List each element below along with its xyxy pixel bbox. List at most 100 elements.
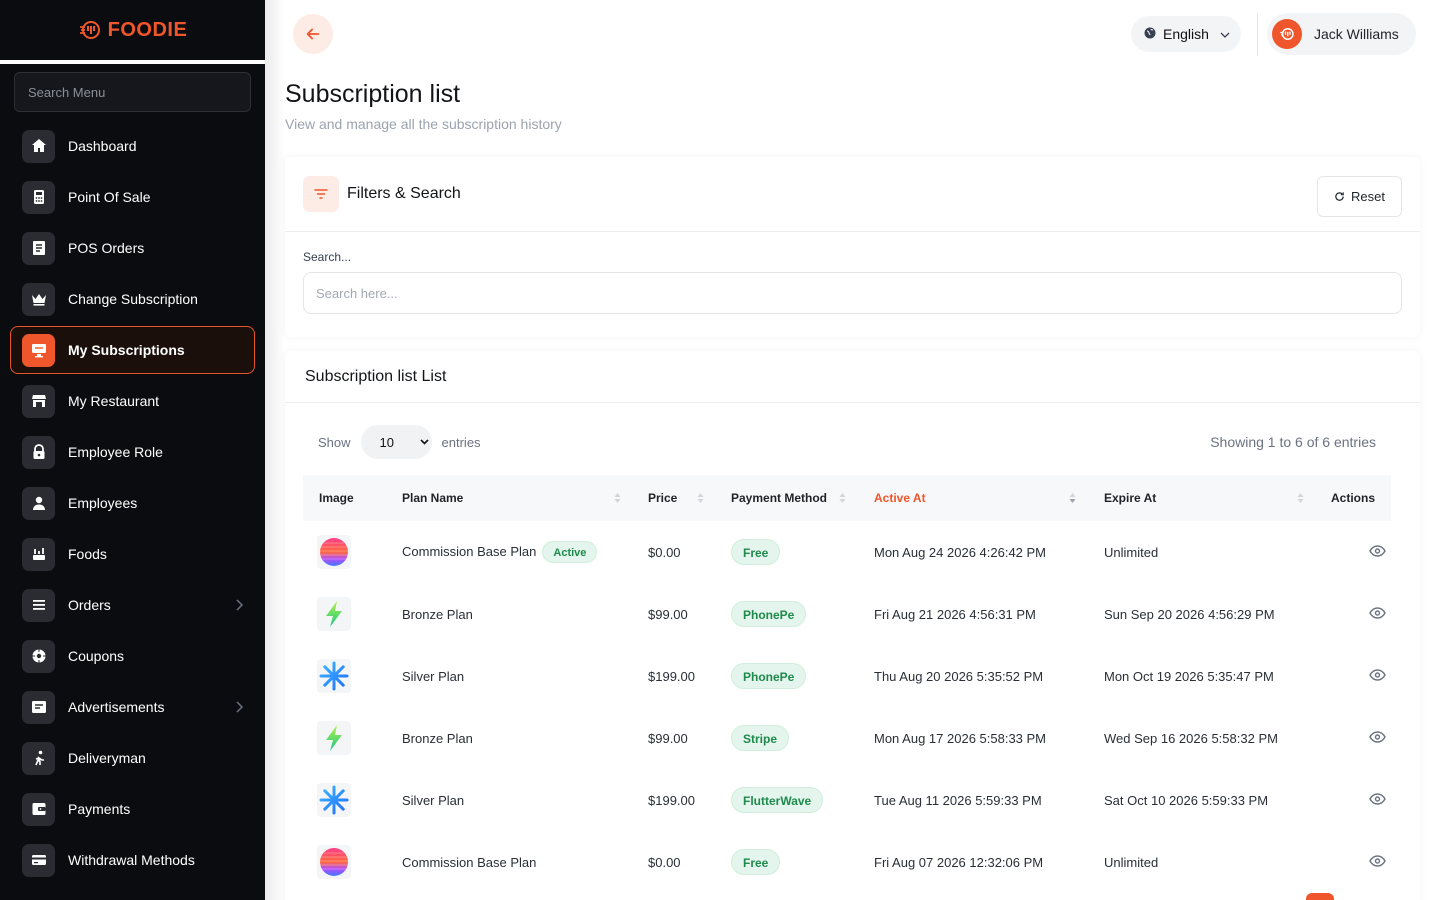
- sidebar-item-advertisements[interactable]: Advertisements: [10, 683, 255, 731]
- language-selector[interactable]: English: [1131, 16, 1241, 52]
- payment-method-cell: PhonePe: [731, 645, 874, 707]
- sidebar-item-coupons[interactable]: Coupons: [10, 632, 255, 680]
- sidebar-item-employees[interactable]: Employees: [10, 479, 255, 527]
- sidebar-item-foods[interactable]: Foods: [10, 530, 255, 578]
- sidebar-item-change-subscription[interactable]: Change Subscription: [10, 275, 255, 323]
- sidebar-item-label: POS Orders: [68, 240, 145, 256]
- column-header-expire-at[interactable]: Expire At: [1104, 475, 1331, 521]
- gear-icon: [22, 639, 55, 673]
- sidebar-item-label: Foods: [68, 546, 107, 562]
- chevron-down-icon: [1216, 26, 1230, 42]
- sidebar-search[interactable]: [14, 72, 251, 112]
- sort-icon[interactable]: [839, 492, 846, 504]
- payment-method-cell: PhonePe: [731, 583, 874, 645]
- sidebar-item-point-of-sale[interactable]: Point Of Sale: [10, 173, 255, 221]
- reset-button[interactable]: Reset: [1317, 176, 1402, 217]
- page-size-select[interactable]: 10: [360, 425, 432, 459]
- sidebar-item-label: Payments: [68, 801, 131, 817]
- sidebar-item-label: My Subscriptions: [68, 342, 185, 358]
- eye-icon[interactable]: [1341, 854, 1386, 870]
- sidebar-menu: Dashboard Point Of Sale POS Orders Change S…: [0, 122, 265, 884]
- column-header-label: Payment Method: [731, 491, 828, 505]
- payment-method-cell: Stripe: [731, 707, 874, 769]
- brand-logo[interactable]: FOODIE: [78, 18, 188, 42]
- expire-at-cell: Unlimited: [1104, 544, 1159, 560]
- column-header-label: Expire At: [1104, 491, 1157, 505]
- plan-image-cell: [303, 707, 402, 769]
- plan-name-cell: Silver Plan: [402, 645, 648, 707]
- entries-label: entries: [441, 434, 481, 450]
- price-cell: $99.00: [648, 730, 688, 746]
- sidebar-item-payments[interactable]: Payments: [10, 785, 255, 833]
- user-menu[interactable]: Jack Williams: [1267, 13, 1416, 55]
- column-header-price[interactable]: Price: [648, 475, 731, 521]
- table-body: Commission Base Plan Active $0.00 Free Mon A…: [303, 521, 1391, 893]
- column-header-plan-name[interactable]: Plan Name: [402, 475, 648, 521]
- price-cell: $199.00: [648, 668, 695, 684]
- sidebar-item-label: Orders: [68, 597, 111, 613]
- sort-icon[interactable]: [1297, 492, 1304, 504]
- active-at-cell: Thu Aug 20 2026 5:35:52 PM: [874, 668, 1044, 684]
- runner-icon: [22, 741, 55, 775]
- sidebar-item-deliveryman[interactable]: Deliveryman: [10, 734, 255, 782]
- sidebar-item-my-restaurant[interactable]: My Restaurant: [10, 377, 255, 425]
- sidebar-item-pos-orders[interactable]: POS Orders: [10, 224, 255, 272]
- filters-card: Filters & Search Reset Search...: [285, 157, 1420, 337]
- home-icon: [22, 129, 55, 163]
- search-input[interactable]: [316, 285, 1389, 301]
- sort-icon[interactable]: [614, 492, 621, 504]
- eye-icon[interactable]: [1341, 544, 1386, 560]
- payment-method-badge: Free: [731, 849, 781, 875]
- chevron-right-icon: [234, 598, 244, 612]
- column-header-active-at[interactable]: Active At: [874, 475, 1104, 521]
- eye-icon[interactable]: [1341, 606, 1386, 622]
- reset-label: Reset: [1351, 189, 1385, 204]
- sidebar-item-label: Withdrawal Methods: [68, 852, 195, 868]
- actions-cell: [1331, 831, 1391, 893]
- arrow-left-icon: [306, 28, 320, 40]
- sidebar-item-dashboard[interactable]: Dashboard: [10, 122, 255, 170]
- sidebar-item-orders[interactable]: Orders: [10, 581, 255, 629]
- gradient-sphere-icon: [317, 845, 351, 879]
- sidebar-item-label: My Restaurant: [68, 393, 160, 409]
- lightning-icon: [317, 721, 351, 755]
- payment-method-badge: PhonePe: [731, 663, 807, 689]
- actions-cell: [1331, 521, 1391, 583]
- payment-method-badge: Free: [731, 539, 781, 565]
- active-at-cell: Mon Aug 24 2026 4:26:42 PM: [874, 544, 1047, 560]
- sidebar-item-label: Employee Role: [68, 444, 163, 460]
- topbar-divider: [1257, 14, 1258, 56]
- eye-icon[interactable]: [1341, 730, 1386, 746]
- list-icon: [22, 588, 55, 622]
- plan-name-cell: Commission Base Plan Active: [402, 521, 648, 583]
- sidebar-item-label: Advertisements: [68, 699, 165, 715]
- lock-icon: [22, 435, 55, 469]
- plan-image-cell: [303, 645, 402, 707]
- page-subtitle: View and manage all the subscription his…: [285, 116, 562, 132]
- asterisk-icon: [317, 783, 351, 817]
- floating-action-button[interactable]: [1306, 893, 1334, 900]
- back-button[interactable]: [293, 14, 333, 54]
- table-row: Commission Base Plan Active $0.00 Free Mon A…: [303, 521, 1391, 583]
- plan-name: Commission Base Plan: [402, 854, 537, 870]
- plan-image-cell: [303, 769, 402, 831]
- plan-name: Bronze Plan: [402, 606, 473, 622]
- plan-name: Silver Plan: [402, 668, 465, 684]
- eye-icon[interactable]: [1341, 668, 1386, 684]
- plan-image-cell: [303, 583, 402, 645]
- sidebar-item-my-subscriptions[interactable]: My Subscriptions: [10, 326, 255, 374]
- eye-icon[interactable]: [1341, 792, 1386, 808]
- sidebar-search-input[interactable]: [28, 84, 237, 100]
- column-header-payment-method[interactable]: Payment Method: [731, 475, 874, 521]
- showing-info: Showing 1 to 6 of 6 entries: [1210, 434, 1376, 450]
- actions-cell: [1331, 769, 1391, 831]
- sort-desc-icon[interactable]: [1069, 492, 1076, 504]
- sort-icon[interactable]: [697, 492, 704, 504]
- calculator-icon: [22, 180, 55, 214]
- sidebar-item-withdrawal-methods[interactable]: Withdrawal Methods: [10, 836, 255, 884]
- sidebar-item-employee-role[interactable]: Employee Role: [10, 428, 255, 476]
- search-label: Search...: [303, 250, 352, 264]
- search-field[interactable]: [303, 272, 1402, 314]
- refresh-icon: [1335, 192, 1344, 201]
- plan-name: Commission Base Plan: [402, 544, 537, 559]
